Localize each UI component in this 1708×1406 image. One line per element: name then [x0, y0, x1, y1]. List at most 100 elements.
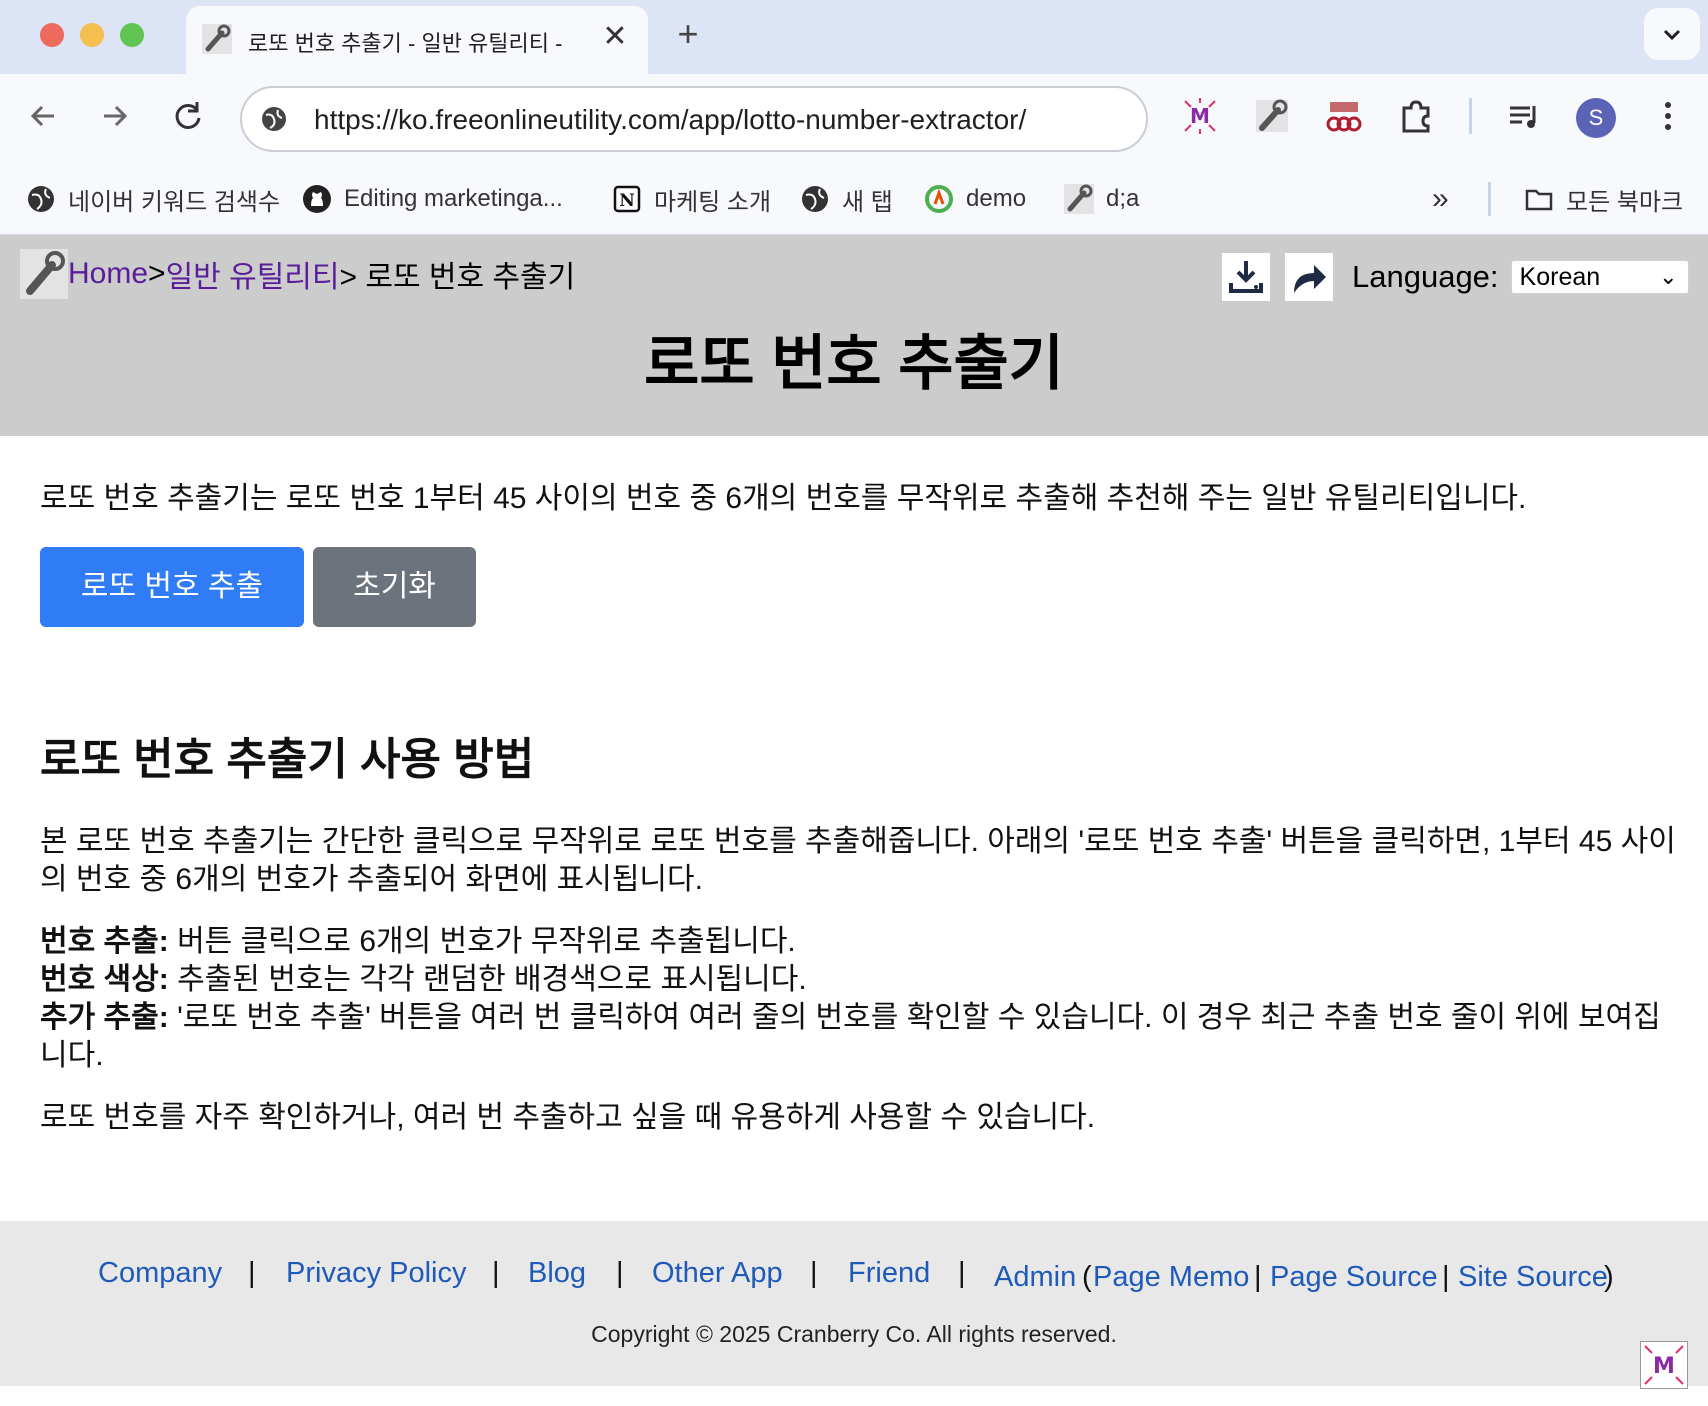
footer-blog-link[interactable]: Blog [528, 1257, 586, 1290]
share-icon [1294, 265, 1326, 293]
arrow-right-icon [104, 105, 128, 127]
footer-page-memo-link[interactable]: Page Memo [1093, 1261, 1249, 1294]
footer-separator: | [1442, 1261, 1450, 1293]
feature-text: 추출된 번호는 각각 랜덤한 배경색으로 표시됩니다. [168, 963, 807, 996]
site-info-icon[interactable] [260, 105, 288, 133]
bookmark-label: d;a [1106, 185, 1140, 212]
breadcrumb: Home > 일반 유틸리티 > 로또 번호 추출기 [20, 249, 575, 299]
howto-paragraph: 본 로또 번호 추출기는 간단한 클릭으로 무작위로 로또 번호를 추출해줍니다… [40, 825, 1676, 896]
bookmark-demo[interactable]: demo [924, 182, 1026, 216]
bookmark-label: Editing marketinga... [344, 185, 563, 212]
footer-friend-link[interactable]: Friend [848, 1257, 930, 1290]
extract-lotto-button[interactable]: 로또 번호 추출 [40, 547, 304, 627]
feature-label: 번호 색상: [40, 963, 169, 996]
site-logo-icon[interactable] [20, 249, 68, 299]
breadcrumb-category-link[interactable]: 일반 유틸리티 [166, 252, 340, 296]
demo-icon [925, 185, 953, 213]
close-tab-button[interactable]: ✕ [598, 20, 632, 54]
copyright-text: Copyright © 2025 Cranberry Co. All right… [591, 1321, 1117, 1347]
puzzle-extensions-icon[interactable] [1396, 96, 1436, 136]
footer-company-link[interactable]: Company [98, 1257, 222, 1290]
header-tools: Language: Korean ⌄ [1222, 253, 1689, 301]
feature-item: 번호 색상: 추출된 번호는 각각 랜덤한 배경색으로 표시됩니다. [40, 963, 807, 996]
breadcrumb-current: > 로또 번호 추출기 [339, 261, 576, 294]
more-menu-icon[interactable] [1648, 96, 1688, 136]
intro-text: 로또 번호 추출기는 로또 번호 1부터 45 사이의 번호 중 6개의 번호를… [40, 482, 1527, 515]
page-header: Home > 일반 유틸리티 > 로또 번호 추출기 Language: Kor… [0, 235, 1708, 436]
bookmark-label: demo [966, 185, 1027, 212]
footer-other-app-link[interactable]: Other App [652, 1257, 783, 1290]
arrow-left-icon [30, 105, 54, 127]
reset-button[interactable]: 초기화 [313, 547, 476, 627]
language-label: Language: [1352, 259, 1499, 294]
reload-button[interactable] [166, 94, 210, 138]
media-playlist-icon[interactable] [1504, 96, 1544, 136]
footer-separator: | [810, 1257, 818, 1289]
breadcrumb-home-link[interactable]: Home [68, 257, 148, 291]
language-select[interactable]: Korean ⌄ [1510, 260, 1689, 294]
notion-icon: N [613, 185, 641, 213]
bookmark-marketing-intro[interactable]: N 마케팅 소개 [612, 182, 771, 216]
profile-avatar[interactable]: S [1576, 98, 1616, 138]
howto-section: 로또 번호 추출기 사용 방법 본 로또 번호 추출기는 간단한 클릭으로 무작… [40, 723, 1680, 1161]
back-button[interactable] [22, 94, 66, 138]
wrench-extension-icon[interactable] [1252, 96, 1292, 136]
bookmark-naver-keyword[interactable]: 네이버 키워드 검색수 [26, 182, 280, 216]
footer-page-source-link[interactable]: Page Source [1270, 1261, 1438, 1294]
address-bar[interactable]: https://ko.freeonlineutility.com/app/lot… [240, 86, 1148, 152]
browser-toolbar: https://ko.freeonlineutility.com/app/lot… [0, 74, 1708, 164]
more-bookmarks-button[interactable]: » [1432, 182, 1449, 216]
bookmark-label: 새 탭 [842, 188, 893, 216]
bookmark-label: 모든 북마크 [1566, 188, 1684, 216]
chevron-down-icon [1663, 29, 1681, 41]
footer-separator: | [616, 1257, 624, 1289]
download-icon [1229, 261, 1263, 293]
tab-search-button[interactable] [1644, 8, 1700, 60]
new-tab-button[interactable]: + [670, 14, 706, 54]
bookmark-label: 네이버 키워드 검색수 [68, 188, 281, 216]
browser-chrome: 로또 번호 추출기 - 일반 유틸리티 - ✕ + https://ko.fre… [0, 0, 1708, 235]
share-button[interactable] [1285, 253, 1333, 301]
footer-site-source-link[interactable]: Site Source [1458, 1261, 1608, 1294]
howto-heading: 로또 번호 추출기 사용 방법 [40, 735, 535, 784]
web-page: Home > 일반 유틸리티 > 로또 번호 추출기 Language: Kor… [0, 235, 1708, 1406]
footer-separator: | [492, 1257, 500, 1289]
memo-widget-button[interactable]: M [1640, 1341, 1688, 1389]
m-logo-icon: M [1644, 1345, 1684, 1385]
close-window-button[interactable] [40, 23, 64, 47]
page-footer: Company | Privacy Policy | Blog | Other … [0, 1221, 1708, 1386]
bookmarks-divider [1488, 182, 1491, 216]
bookmark-editing-marketing[interactable]: Editing marketinga... [302, 182, 563, 216]
footer-admin-link[interactable]: Admin [994, 1261, 1076, 1294]
wrench-icon [1064, 184, 1094, 214]
feature-label: 번호 추출: [40, 925, 169, 958]
feature-item: 번호 추출: 버튼 클릭으로 6개의 번호가 무작위로 추출됩니다. [40, 925, 796, 958]
url-text: https://ko.freeonlineutility.com/app/lot… [314, 104, 1027, 135]
feature-item: 추가 추출: '로또 번호 추출' 버튼을 여러 번 클릭하여 여러 줄의 번호… [40, 1001, 1661, 1072]
m-extension-icon[interactable]: M [1180, 96, 1220, 136]
globe-icon [28, 186, 54, 212]
page-title: 로또 번호 추출기 [644, 330, 1064, 397]
bookmark-dia[interactable]: d;a [1064, 182, 1139, 216]
footer-separator: | [958, 1257, 966, 1289]
language-value: Korean [1519, 263, 1601, 291]
all-bookmarks-button[interactable]: 모든 북마크 [1524, 182, 1683, 216]
howto-closing: 로또 번호를 자주 확인하거나, 여러 번 추출하고 싶을 때 유용하게 사용할… [40, 1101, 1096, 1134]
forward-button[interactable] [92, 94, 136, 138]
github-icon [303, 185, 331, 213]
tab-strip: 로또 번호 추출기 - 일반 유틸리티 - ✕ + [0, 0, 1708, 74]
footer-privacy-link[interactable]: Privacy Policy [286, 1257, 467, 1290]
footer-links: Company | Privacy Policy | Blog | Other … [0, 1257, 1708, 1303]
bookmark-new-tab[interactable]: 새 탭 [800, 182, 893, 216]
breadcrumb-separator: > [148, 257, 166, 290]
zoom-window-button[interactable] [120, 23, 144, 47]
download-button[interactable] [1222, 253, 1270, 301]
svg-text:M: M [1653, 1354, 1675, 1379]
active-tab[interactable]: 로또 번호 추출기 - 일반 유틸리티 - ✕ [186, 6, 648, 74]
toolbar-divider [1469, 98, 1472, 134]
reload-icon [175, 102, 201, 129]
minimize-window-button[interactable] [80, 23, 104, 47]
feature-label: 추가 추출: [40, 1001, 169, 1034]
calculator-extension-icon[interactable] [1324, 96, 1364, 136]
folder-icon [1525, 189, 1553, 211]
